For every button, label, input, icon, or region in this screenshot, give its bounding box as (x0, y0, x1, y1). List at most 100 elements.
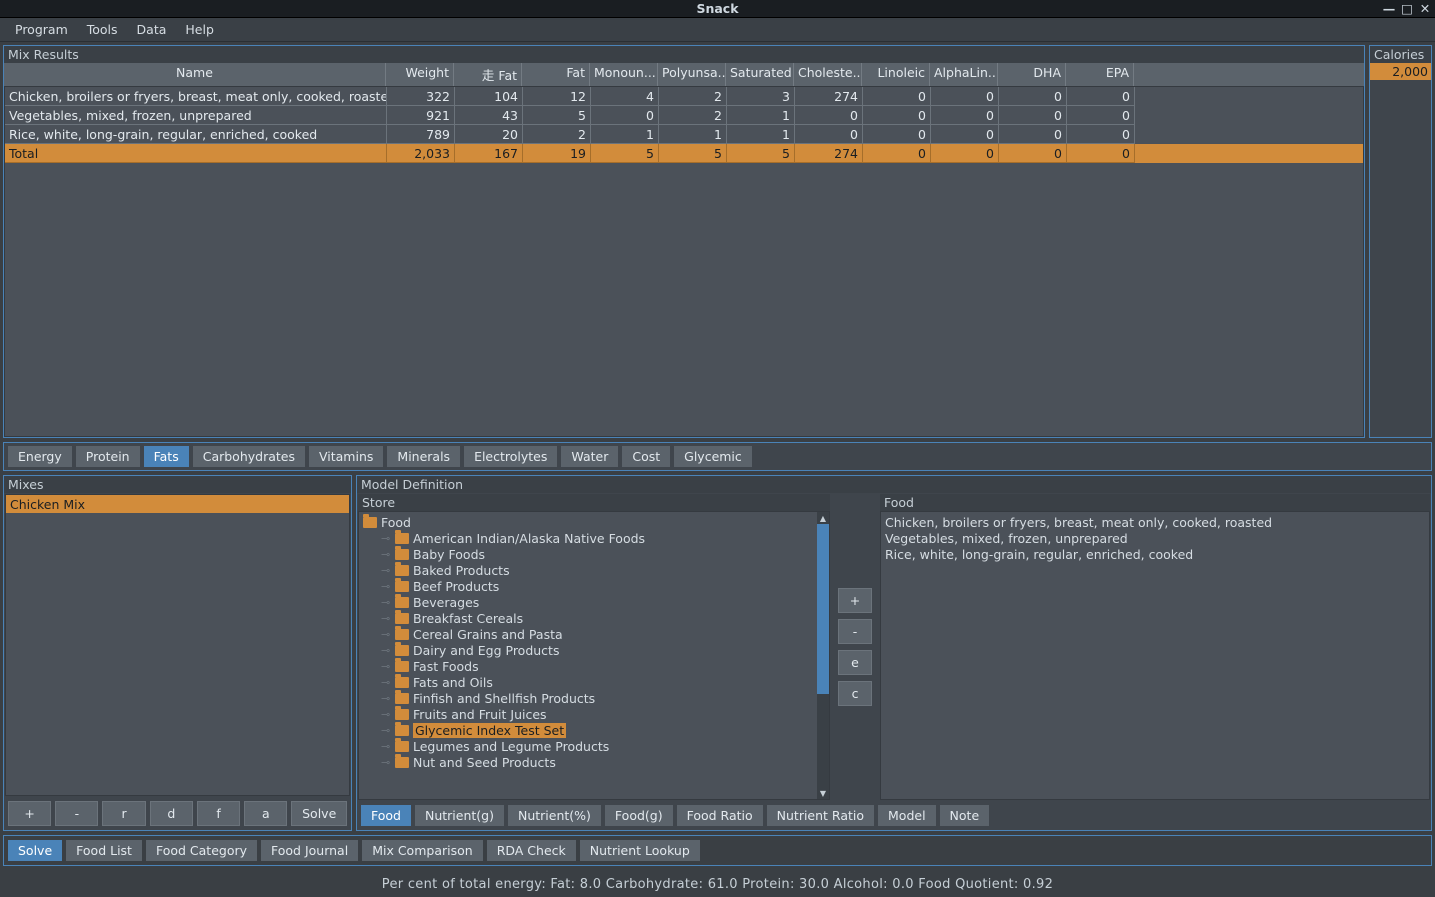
model-definition-panel: Model Definition Store Food⊸American Ind… (356, 475, 1432, 831)
transfer-btn-c[interactable]: c (838, 681, 872, 706)
maximize-icon[interactable]: □ (1401, 2, 1413, 14)
column-header[interactable]: Weight (386, 63, 454, 86)
column-header[interactable]: Saturated (726, 63, 794, 86)
model-tab-food ratio[interactable]: Food Ratio (677, 805, 763, 826)
mix-btn-minus[interactable]: - (55, 801, 98, 826)
mixes-label: Mixes (4, 476, 351, 493)
model-tab-food[interactable]: Food (361, 805, 411, 826)
tab-carbohydrates[interactable]: Carbohydrates (193, 446, 305, 467)
tree-node[interactable]: ⊸Fats and Oils (361, 674, 815, 690)
food-list[interactable]: Chicken, broilers or fryers, breast, mea… (880, 511, 1430, 800)
model-tab-nutrientg[interactable]: Nutrient(g) (415, 805, 504, 826)
menu-data[interactable]: Data (128, 19, 176, 40)
scroll-thumb[interactable] (817, 524, 829, 694)
model-tab-nutrient ratio[interactable]: Nutrient Ratio (767, 805, 874, 826)
mixes-list[interactable]: Chicken Mix (5, 494, 350, 796)
folder-icon (395, 533, 409, 544)
transfer-btn-e[interactable]: e (838, 650, 872, 675)
column-header[interactable]: Monoun... (590, 63, 658, 86)
tree-node[interactable]: ⊸Legumes and Legume Products (361, 738, 815, 754)
table-row[interactable]: Total2,033167195552740000 (5, 144, 1363, 163)
tree-node[interactable]: ⊸Beef Products (361, 578, 815, 594)
nav-tab-food-list[interactable]: Food List (66, 840, 142, 861)
model-tab-foodg[interactable]: Food(g) (605, 805, 673, 826)
tab-electrolytes[interactable]: Electrolytes (464, 446, 557, 467)
tree-node[interactable]: ⊸Beverages (361, 594, 815, 610)
food-item[interactable]: Vegetables, mixed, frozen, unprepared (883, 530, 1427, 546)
nav-tab-rda-check[interactable]: RDA Check (487, 840, 576, 861)
mix-btn-r[interactable]: r (102, 801, 145, 826)
model-tab-note[interactable]: Note (940, 805, 990, 826)
column-header[interactable]: 走 Fat (454, 63, 522, 86)
tree-node[interactable]: ⊸Glycemic Index Test Set (361, 722, 815, 738)
folder-icon (395, 725, 409, 736)
menu-tools[interactable]: Tools (78, 19, 127, 40)
calories-panel: Calories 2,000 (1369, 45, 1432, 438)
menu-program[interactable]: Program (6, 19, 77, 40)
tree-node[interactable]: ⊸Breakfast Cereals (361, 610, 815, 626)
tree-node[interactable]: ⊸Baked Products (361, 562, 815, 578)
table-row[interactable]: Chicken, broilers or fryers, breast, mea… (5, 87, 1363, 106)
tab-cost[interactable]: Cost (622, 446, 670, 467)
nav-tab-solve[interactable]: Solve (8, 840, 62, 861)
mix-btn-d[interactable]: d (150, 801, 193, 826)
tree-node[interactable]: ⊸American Indian/Alaska Native Foods (361, 530, 815, 546)
food-item[interactable]: Chicken, broilers or fryers, breast, mea… (883, 514, 1427, 530)
tab-vitamins[interactable]: Vitamins (309, 446, 383, 467)
tree-node[interactable]: ⊸Fruits and Fruit Juices (361, 706, 815, 722)
column-header[interactable]: Name (4, 63, 386, 86)
column-header[interactable]: EPA (1066, 63, 1134, 86)
folder-icon (395, 645, 409, 656)
column-header[interactable]: DHA (998, 63, 1066, 86)
mix-btn-plus[interactable]: + (8, 801, 51, 826)
tab-fats[interactable]: Fats (144, 446, 189, 467)
minimize-icon[interactable]: — (1383, 2, 1395, 14)
store-scrollbar[interactable]: ▲ ▼ (817, 512, 829, 799)
transfer-btn-plus[interactable]: + (838, 588, 872, 613)
scroll-down-icon[interactable]: ▼ (817, 787, 829, 799)
column-header[interactable]: Choleste... (794, 63, 862, 86)
titlebar: Snack — □ ✕ (0, 0, 1435, 18)
mix-btn-f[interactable]: f (197, 801, 240, 826)
tab-protein[interactable]: Protein (76, 446, 140, 467)
folder-icon (395, 597, 409, 608)
mix-item[interactable]: Chicken Mix (6, 495, 349, 513)
model-tab-nutrient[interactable]: Nutrient(%) (508, 805, 601, 826)
column-header[interactable]: Fat (522, 63, 590, 86)
tab-glycemic[interactable]: Glycemic (674, 446, 752, 467)
model-tab-model[interactable]: Model (878, 805, 936, 826)
nav-tab-food-journal[interactable]: Food Journal (261, 840, 358, 861)
food-column: Food Chicken, broilers or fryers, breast… (880, 494, 1430, 800)
nav-tab-food-category[interactable]: Food Category (146, 840, 257, 861)
tree-node[interactable]: ⊸Dairy and Egg Products (361, 642, 815, 658)
column-header[interactable]: AlphaLin... (930, 63, 998, 86)
nav-tab-nutrient-lookup[interactable]: Nutrient Lookup (580, 840, 700, 861)
mix-results-body[interactable]: Chicken, broilers or fryers, breast, mea… (4, 86, 1364, 437)
folder-icon (395, 629, 409, 640)
menu-help[interactable]: Help (176, 19, 223, 40)
food-item[interactable]: Rice, white, long-grain, regular, enrich… (883, 546, 1427, 562)
tab-energy[interactable]: Energy (8, 446, 72, 467)
close-icon[interactable]: ✕ (1419, 2, 1431, 14)
tree-node[interactable]: ⊸Fast Foods (361, 658, 815, 674)
tree-node[interactable]: ⊸Cereal Grains and Pasta (361, 626, 815, 642)
tree-node[interactable]: ⊸Nut and Seed Products (361, 754, 815, 770)
folder-icon (363, 517, 377, 528)
table-row[interactable]: Rice, white, long-grain, regular, enrich… (5, 125, 1363, 144)
nav-tab-mix-comparison[interactable]: Mix Comparison (362, 840, 482, 861)
mix-btn-solve[interactable]: Solve (291, 801, 347, 826)
tab-water[interactable]: Water (561, 446, 618, 467)
tree-root[interactable]: Food (361, 514, 815, 530)
scroll-up-icon[interactable]: ▲ (817, 512, 829, 524)
table-row[interactable]: Vegetables, mixed, frozen, unprepared921… (5, 106, 1363, 125)
mix-btn-a[interactable]: a (244, 801, 287, 826)
tree-node[interactable]: ⊸Baby Foods (361, 546, 815, 562)
column-header[interactable]: Polyunsa... (658, 63, 726, 86)
tab-minerals[interactable]: Minerals (387, 446, 460, 467)
transfer-btn-minus[interactable]: - (838, 619, 872, 644)
store-tree[interactable]: Food⊸American Indian/Alaska Native Foods… (359, 512, 817, 799)
column-header[interactable]: Linoleic (862, 63, 930, 86)
tree-node[interactable]: ⊸Finfish and Shellfish Products (361, 690, 815, 706)
menubar: ProgramToolsDataHelp (0, 18, 1435, 42)
nav-tabs: SolveFood ListFood CategoryFood JournalM… (3, 835, 1432, 866)
